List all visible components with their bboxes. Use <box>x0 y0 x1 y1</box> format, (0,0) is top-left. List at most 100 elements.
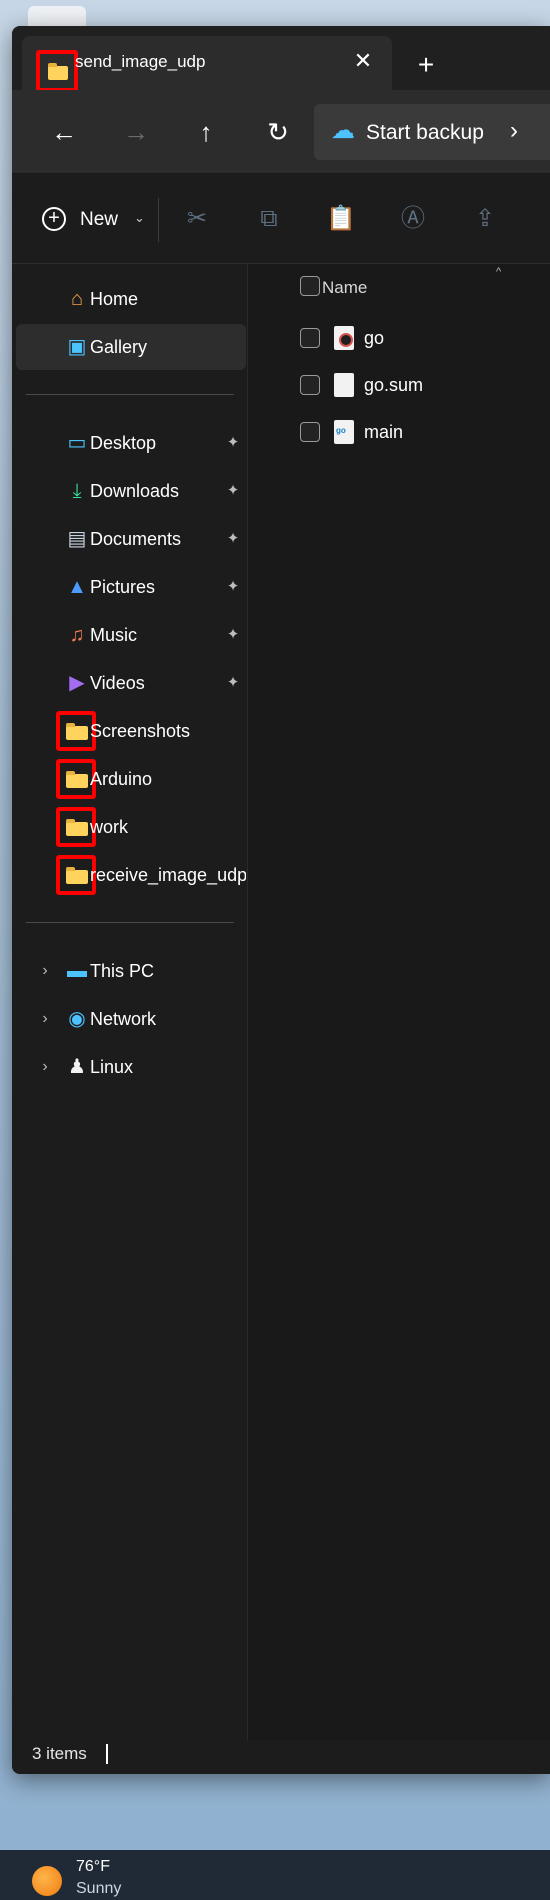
cloud-upload-icon: ☁ <box>331 117 355 144</box>
computer-icon: ▬ <box>67 960 87 982</box>
start-backup-button[interactable]: ☁ Start backup › <box>314 104 550 160</box>
sidebar-item-label: Screenshots <box>90 721 191 741</box>
file-row[interactable]: go <box>248 318 550 358</box>
plus-circle-icon: + <box>42 207 66 231</box>
chevron-down-icon: ⌄ <box>134 210 145 225</box>
new-button[interactable]: + New ⌄ <box>38 198 158 240</box>
sidebar-item-label: work <box>90 817 129 837</box>
sidebar-item-videos[interactable]: ▶ Videos ✦ <box>16 660 246 706</box>
command-toolbar: + New ⌄ ✂ ⧉ 📋 Ⓐ ⇪ <box>12 174 550 264</box>
cut-icon[interactable]: ✂ <box>180 202 214 236</box>
sidebar-item-label: Arduino <box>90 769 153 789</box>
sidebar-item-label: Linux <box>90 1057 134 1077</box>
sidebar-item-label: Network <box>90 1009 157 1029</box>
linux-icon: ♟ <box>68 1056 86 1078</box>
rename-icon[interactable]: Ⓐ <box>396 202 430 236</box>
sidebar-item-home[interactable]: ⌂ Home <box>16 276 246 322</box>
column-header: Name ^ <box>248 264 550 308</box>
tab-title: send_image_udp <box>75 52 206 71</box>
pin-icon[interactable]: ✦ <box>224 672 242 694</box>
paste-icon[interactable]: 📋 <box>324 202 358 236</box>
forward-button[interactable]: → <box>116 112 156 152</box>
navigation-bar: ← → ↑ ↻ ☁ Start backup › <box>12 90 550 174</box>
weather-condition[interactable]: Sunny <box>76 1880 121 1898</box>
sidebar-item-arduino[interactable]: Arduino <box>16 756 246 802</box>
executable-icon <box>334 326 354 350</box>
new-tab-button[interactable]: + <box>400 46 452 86</box>
sidebar-item-work[interactable]: work <box>16 804 246 850</box>
documents-icon: ▤ <box>67 528 87 550</box>
up-button[interactable]: ↑ <box>186 112 226 152</box>
sidebar-item-downloads[interactable]: ⤓ Downloads ✦ <box>16 468 246 514</box>
pictures-icon: ▲ <box>67 576 87 598</box>
sidebar-item-label: This PC <box>90 961 155 981</box>
row-checkbox[interactable] <box>300 422 320 442</box>
sidebar-item-documents[interactable]: ▤ Documents ✦ <box>16 516 246 562</box>
toolbar-divider <box>158 198 159 242</box>
share-icon[interactable]: ⇪ <box>468 202 502 236</box>
sidebar-item-label: Music <box>90 625 138 645</box>
sidebar-item-pictures[interactable]: ▲ Pictures ✦ <box>16 564 246 610</box>
network-icon: ◉ <box>68 1008 86 1030</box>
sidebar-item-network[interactable]: › ◉ Network <box>16 996 246 1042</box>
sidebar-item-receive-image-udp[interactable]: receive_image_udp_ <box>16 852 246 898</box>
text-cursor <box>106 1744 108 1764</box>
sidebar-item-linux[interactable]: › ♟ Linux <box>16 1044 246 1090</box>
weather-temperature[interactable]: 76°F <box>76 1858 110 1876</box>
chevron-right-icon[interactable]: › <box>36 1008 54 1030</box>
file-icon <box>334 373 354 397</box>
item-count: 3 items <box>32 1744 87 1763</box>
sidebar-divider <box>26 922 234 923</box>
refresh-button[interactable]: ↻ <box>258 112 298 152</box>
chevron-right-icon[interactable]: › <box>510 117 518 145</box>
sidebar-item-label: Desktop <box>90 433 157 453</box>
file-explorer-window: send_image_udp ✕ + ← → ↑ ↻ ☁ Start backu… <box>12 26 550 1774</box>
new-label: New <box>80 209 119 230</box>
backup-label: Start backup <box>366 121 484 144</box>
chevron-right-icon[interactable]: › <box>36 960 54 982</box>
back-button[interactable]: ← <box>44 112 84 152</box>
tab-folder-icon <box>36 50 78 92</box>
title-bar: send_image_udp ✕ + <box>12 26 550 98</box>
pin-icon[interactable]: ✦ <box>224 480 242 502</box>
download-icon: ⤓ <box>72 480 82 502</box>
sidebar-item-label: Gallery <box>90 337 148 357</box>
sidebar-item-label: Pictures <box>90 577 156 597</box>
tab-send-image-udp[interactable]: send_image_udp ✕ <box>22 36 392 92</box>
sidebar-item-label: Home <box>90 289 139 309</box>
sidebar-item-screenshots[interactable]: Screenshots <box>16 708 246 754</box>
sidebar-item-gallery[interactable]: ▣ Gallery <box>16 324 246 370</box>
desktop-icon: ▭ <box>67 432 87 454</box>
status-bar: 3 items <box>12 1740 550 1774</box>
home-icon: ⌂ <box>70 288 84 310</box>
pin-icon[interactable]: ✦ <box>224 624 242 646</box>
sidebar-item-label: Documents <box>90 529 182 549</box>
sidebar-divider <box>26 394 234 395</box>
music-icon: ♫ <box>69 624 85 646</box>
desktop-shortcut-icon[interactable] <box>28 6 86 26</box>
sidebar-item-label: receive_image_udp_ <box>90 865 246 885</box>
pin-icon[interactable]: ✦ <box>224 432 242 454</box>
select-all-checkbox[interactable] <box>300 276 320 296</box>
sidebar-item-desktop[interactable]: ▭ Desktop ✦ <box>16 420 246 466</box>
row-checkbox[interactable] <box>300 375 320 395</box>
chevron-right-icon[interactable]: › <box>36 1056 54 1078</box>
pin-icon[interactable]: ✦ <box>224 528 242 550</box>
navigation-pane: ⌂ Home ▣ Gallery ▭ Desktop ✦ ⤓ Downloads… <box>12 264 248 1740</box>
file-list: Name ^ go go.sum main <box>248 264 550 1740</box>
close-tab-icon[interactable]: ✕ <box>347 45 379 77</box>
file-name: main <box>364 422 404 442</box>
copy-icon[interactable]: ⧉ <box>252 202 286 236</box>
sidebar-item-music[interactable]: ♫ Music ✦ <box>16 612 246 658</box>
sidebar-item-label: Videos <box>90 673 145 693</box>
file-row[interactable]: main <box>248 412 550 452</box>
taskbar: 76°F Sunny <box>0 1850 550 1900</box>
pin-icon[interactable]: ✦ <box>224 576 242 598</box>
sidebar-item-this-pc[interactable]: › ▬ This PC <box>16 948 246 994</box>
sun-icon[interactable] <box>32 1866 62 1896</box>
file-row[interactable]: go.sum <box>248 365 550 405</box>
row-checkbox[interactable] <box>300 328 320 348</box>
column-name-header[interactable]: Name <box>322 278 367 298</box>
file-name: go <box>364 328 385 348</box>
go-file-icon <box>334 420 354 444</box>
